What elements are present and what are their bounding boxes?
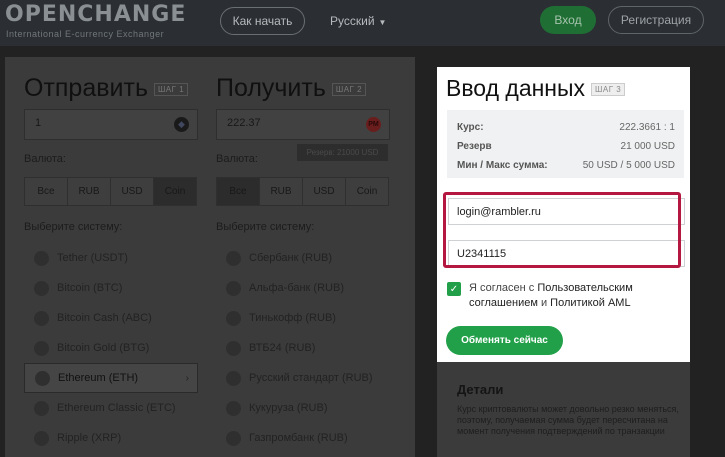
bitcoin-cash-icon: [34, 310, 49, 326]
send-amount-input[interactable]: 1 ◆: [24, 109, 198, 140]
details-panel: Детали Курс криптовалюты может довольно …: [437, 362, 690, 457]
language-select[interactable]: Русский ▼: [330, 14, 386, 28]
list-item[interactable]: Tether (USDT): [24, 243, 198, 273]
aml-policy-link[interactable]: Политикой AML: [550, 297, 630, 309]
chevron-right-icon: ›: [185, 372, 189, 384]
agreement: ✓ Я согласен с Пользовательским соглашен…: [447, 281, 683, 311]
logo[interactable]: OPENCHANGE: [5, 2, 186, 27]
tinkoff-icon: [226, 310, 241, 326]
ripple-icon: [34, 430, 49, 446]
exchange-selector-panel: Отправить ШАГ 1 1 ◆ Валюта: Все RUB USD C…: [5, 57, 415, 457]
send-currency-tabs: Все RUB USD Coin: [24, 177, 197, 206]
login-button[interactable]: Вход: [540, 6, 596, 34]
vtb24-icon: [226, 340, 241, 356]
top-header: OPENCHANGE International E-currency Exch…: [0, 0, 725, 46]
agreement-text: Я согласен с Пользовательским соглашение…: [469, 282, 633, 309]
tab-coin[interactable]: Coin: [154, 178, 196, 205]
email-field[interactable]: login@rambler.ru: [448, 198, 685, 225]
list-item[interactable]: Тинькофф (RUB): [216, 303, 390, 333]
send-system-list: Tether (USDT) Bitcoin (BTC) Bitcoin Cash…: [24, 243, 198, 453]
step-badge: ШАГ 3: [591, 83, 626, 97]
minmax-row: Мин / Макс сумма: 50 USD / 5 000 USD: [457, 160, 675, 171]
receive-system-label: Выберите систему:: [216, 221, 315, 233]
list-item[interactable]: Ripple (XRP): [24, 423, 198, 453]
form-title: Ввод данных ШАГ 3: [446, 75, 626, 102]
tether-icon: [34, 250, 49, 266]
alfa-bank-icon: [226, 280, 241, 296]
list-item[interactable]: Газпромбанк (RUB): [216, 423, 390, 453]
tab-usd[interactable]: USD: [303, 178, 346, 205]
agree-checkbox[interactable]: ✓: [447, 282, 461, 296]
wallet-field[interactable]: U2341115: [448, 240, 685, 267]
list-item[interactable]: Bitcoin Cash (ABC): [24, 303, 198, 333]
how-to-start-button[interactable]: Как начать: [220, 7, 305, 35]
receive-system-list: Сбербанк (RUB) Альфа-банк (RUB) Тинькофф…: [216, 243, 390, 453]
list-item[interactable]: ВТБ24 (RUB): [216, 333, 390, 363]
exchange-now-button[interactable]: Обменять сейчас: [446, 326, 563, 355]
ethereum-classic-icon: [34, 400, 49, 416]
step-badge: ШАГ 2: [331, 82, 367, 96]
receive-amount-input[interactable]: 222.37 PM: [216, 109, 390, 140]
list-item[interactable]: Русский стандарт (RUB): [216, 363, 390, 393]
send-currency-label: Валюта:: [24, 153, 66, 165]
list-item[interactable]: Bitcoin (BTC): [24, 273, 198, 303]
bitcoin-gold-icon: [34, 340, 49, 356]
list-item[interactable]: Ethereum Classic (ETC): [24, 393, 198, 423]
reserve-tooltip: Резерв: 21000 USD: [297, 144, 388, 161]
gazprombank-icon: [226, 430, 241, 446]
list-item[interactable]: Сбербанк (RUB): [216, 243, 390, 273]
data-entry-form: Ввод данных ШАГ 3 Курс: 222.3661 : 1 Резер…: [437, 67, 690, 362]
receive-currency-tabs: Все RUB USD Coin: [216, 177, 389, 206]
receive-title: Получить ШАГ 2: [216, 74, 367, 103]
page-margin: [690, 57, 725, 457]
details-text: Курс криптовалюты может довольно резко м…: [457, 404, 679, 436]
tab-all[interactable]: Все: [217, 178, 260, 205]
perfect-money-icon: PM: [366, 117, 381, 132]
russian-standard-icon: [226, 370, 241, 386]
reserve-row: Резерв 21 000 USD: [457, 141, 675, 152]
language-label: Русский: [330, 14, 375, 28]
chevron-down-icon: ▼: [378, 18, 387, 27]
receive-currency-label: Валюта:: [216, 153, 258, 165]
details-title: Детали: [457, 382, 504, 397]
rate-row: Курс: 222.3661 : 1: [457, 122, 675, 133]
tab-coin[interactable]: Coin: [346, 178, 388, 205]
list-item-selected[interactable]: Ethereum (ETH) ›: [24, 363, 198, 393]
tab-rub[interactable]: RUB: [260, 178, 303, 205]
sberbank-icon: [226, 250, 241, 266]
list-item[interactable]: Кукуруза (RUB): [216, 393, 390, 423]
bitcoin-icon: [34, 280, 49, 296]
tab-rub[interactable]: RUB: [68, 178, 111, 205]
logo-tagline: International E-currency Exchanger: [6, 29, 165, 39]
register-button[interactable]: Регистрация: [608, 6, 704, 34]
list-item[interactable]: Bitcoin Gold (BTG): [24, 333, 198, 363]
ethereum-icon: ◆: [174, 117, 189, 132]
step-badge: ШАГ 1: [153, 82, 189, 96]
send-system-label: Выберите систему:: [24, 221, 123, 233]
send-amount-value: 1: [35, 117, 42, 129]
receive-amount-value: 222.37: [227, 117, 261, 129]
list-item[interactable]: Альфа-банк (RUB): [216, 273, 390, 303]
tab-usd[interactable]: USD: [111, 178, 154, 205]
rate-info-box: Курс: 222.3661 : 1 Резерв 21 000 USD Мин /…: [447, 110, 684, 178]
ethereum-icon: [35, 370, 50, 386]
send-title: Отправить ШАГ 1: [24, 74, 189, 103]
tab-all[interactable]: Все: [25, 178, 68, 205]
kukuruza-icon: [226, 400, 241, 416]
